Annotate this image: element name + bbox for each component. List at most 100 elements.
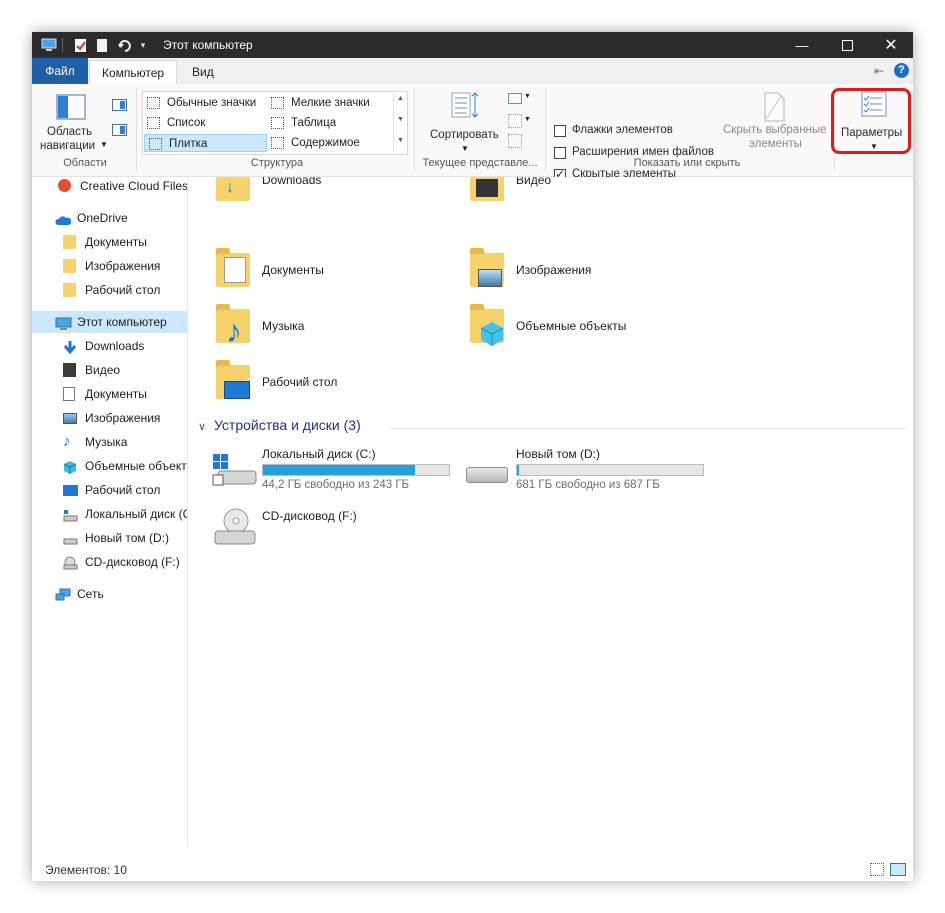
ribbon-tabs: Файл Компьютер Вид ⇤ ? bbox=[32, 58, 913, 85]
drive-c-icon bbox=[63, 507, 78, 522]
drive-tile-cd[interactable]: CD-дисковод (F:) bbox=[212, 507, 462, 557]
folder-tile-documents[interactable]: Документы bbox=[212, 248, 452, 307]
details-icon bbox=[271, 117, 284, 129]
chevron-down-icon: ▼ bbox=[524, 116, 531, 123]
nav-item-desktop[interactable]: Рабочий стол bbox=[63, 479, 187, 501]
help-icon[interactable]: ? bbox=[894, 63, 909, 78]
cube-icon bbox=[63, 459, 78, 474]
drive-free-space: 681 ГБ свободно из 687 ГБ bbox=[516, 479, 660, 491]
explorer-window: ▾ Этот компьютер — ✕ Файл Компьютер Вид … bbox=[32, 32, 913, 881]
hide-selected-label-2: элементы bbox=[749, 138, 802, 150]
large-icons-view-icon[interactable] bbox=[890, 863, 906, 876]
nav-item-creative-cloud[interactable]: Creative Cloud Files bbox=[58, 177, 187, 197]
folder-label: Видео bbox=[516, 177, 552, 187]
maximize-button[interactable] bbox=[824, 32, 870, 58]
properties-icon[interactable] bbox=[72, 37, 88, 53]
pin-ribbon-icon[interactable]: ⇤ bbox=[874, 64, 884, 78]
title-bar: ▾ Этот компьютер — ✕ bbox=[32, 32, 913, 58]
folder-tile-music[interactable]: ♪ Музыка bbox=[212, 304, 452, 363]
nav-item-this-pc[interactable]: Этот компьютер bbox=[32, 311, 187, 333]
ribbon: Область навигации ▼ Области Обычные знач… bbox=[32, 84, 913, 181]
nav-item-label: Рабочий стол bbox=[85, 283, 161, 297]
nav-item-onedrive-documents[interactable]: Документы bbox=[63, 231, 187, 253]
nav-item-label: Изображения bbox=[85, 259, 161, 273]
layout-small-icons[interactable]: Мелкие значки bbox=[267, 94, 413, 112]
nav-item-cd-drive[interactable]: CD-дисковод (F:) bbox=[63, 551, 187, 573]
group-by-icon[interactable] bbox=[508, 93, 522, 104]
details-pane-icon[interactable] bbox=[112, 124, 127, 136]
nav-pane-label-2: навигации bbox=[40, 140, 96, 152]
customize-toolbar-chevron-icon[interactable]: ▾ bbox=[137, 37, 149, 53]
drive-icon bbox=[466, 467, 508, 483]
folder-tile-downloads[interactable]: ↓ Downloads bbox=[212, 177, 452, 219]
layout-label: Мелкие значки bbox=[291, 97, 370, 109]
folder-tile-images[interactable]: Изображения bbox=[466, 248, 706, 307]
item-checkboxes-checkbox[interactable] bbox=[554, 125, 566, 137]
size-columns-icon[interactable] bbox=[508, 134, 522, 148]
layout-content[interactable]: Содержимое bbox=[267, 134, 413, 152]
hide-selected-button[interactable]: Скрыть выбранные элементы bbox=[720, 88, 830, 154]
folder-tile-desktop[interactable]: Рабочий стол bbox=[212, 360, 452, 419]
nav-item-music[interactable]: ♪ Музыка bbox=[63, 431, 187, 453]
folder-tile-video[interactable]: Видео bbox=[466, 177, 706, 219]
computer-icon bbox=[55, 315, 72, 330]
nav-pane-button[interactable]: Область навигации ▼ bbox=[36, 90, 108, 156]
nav-item-onedrive[interactable]: OneDrive bbox=[55, 207, 187, 229]
add-columns-icon[interactable] bbox=[508, 114, 522, 128]
computer-icon bbox=[40, 37, 58, 53]
drive-tile-c[interactable]: Локальный диск (C:) 44,2 ГБ свободно из … bbox=[212, 445, 462, 495]
nav-item-network[interactable]: Сеть bbox=[55, 583, 187, 605]
nav-item-label: Объемные объект bbox=[85, 459, 187, 473]
nav-item-onedrive-images[interactable]: Изображения bbox=[63, 255, 187, 277]
expand-gallery-icon[interactable]: ▼ bbox=[397, 137, 404, 144]
tab-computer[interactable]: Компьютер bbox=[89, 60, 178, 85]
preview-pane-icon[interactable] bbox=[112, 99, 127, 111]
details-view-icon[interactable] bbox=[870, 863, 884, 876]
nav-item-images[interactable]: Изображения bbox=[63, 407, 187, 429]
new-folder-icon[interactable] bbox=[94, 37, 110, 53]
folder-label: Downloads bbox=[262, 177, 322, 187]
download-icon: ↓ bbox=[226, 179, 234, 196]
minimize-icon: — bbox=[795, 37, 809, 53]
chevron-down-icon: ▼ bbox=[461, 144, 469, 153]
file-extensions-checkbox[interactable] bbox=[554, 147, 566, 159]
layout-tiles[interactable]: Плитка bbox=[144, 134, 267, 152]
nav-item-drive-c[interactable]: Локальный диск (С bbox=[63, 503, 187, 525]
nav-item-video[interactable]: Видео bbox=[63, 359, 187, 381]
minimize-button[interactable]: — bbox=[779, 32, 825, 58]
nav-item-3d-objects[interactable]: Объемные объект bbox=[63, 455, 187, 477]
maximize-icon bbox=[841, 39, 853, 51]
undo-icon[interactable] bbox=[116, 37, 134, 53]
tab-file[interactable]: Файл bbox=[32, 58, 88, 84]
layout-details[interactable]: Таблица bbox=[267, 114, 413, 132]
folder-tile-3d-objects[interactable]: Объемные объекты bbox=[466, 304, 706, 363]
cd-icon bbox=[214, 508, 256, 545]
current-view-group-label: Текущее представле... bbox=[422, 157, 538, 169]
chevron-down-icon: ▼ bbox=[524, 93, 531, 100]
creative-cloud-icon bbox=[58, 179, 71, 192]
folder-label: Музыка bbox=[262, 319, 305, 333]
folder-icon bbox=[63, 283, 76, 297]
folder-icon bbox=[63, 259, 76, 273]
drive-icon bbox=[63, 531, 78, 545]
desktop-icon bbox=[63, 485, 78, 496]
scroll-up-icon[interactable]: ▲ bbox=[397, 95, 404, 102]
item-checkboxes-label: Флажки элементов bbox=[572, 124, 673, 136]
ribbon-separator bbox=[414, 88, 415, 172]
close-button[interactable]: ✕ bbox=[868, 32, 913, 58]
nav-item-drive-d[interactable]: Новый том (D:) bbox=[63, 527, 187, 549]
nav-item-label: Документы bbox=[85, 387, 147, 401]
nav-item-onedrive-desktop[interactable]: Рабочий стол bbox=[63, 279, 187, 301]
drive-tile-d[interactable]: Новый том (D:) 681 ГБ свободно из 687 ГБ bbox=[466, 445, 716, 495]
small-icons-icon bbox=[271, 97, 284, 109]
nav-item-documents[interactable]: Документы bbox=[63, 383, 187, 405]
devices-section-header[interactable]: ∨ Устройства и диски (3) bbox=[198, 417, 361, 433]
sort-button[interactable]: Сортировать ▼ bbox=[424, 88, 504, 154]
layout-scroll[interactable]: ▲ ▼ ▼ bbox=[393, 92, 407, 152]
hide-selected-label-1: Скрыть выбранные bbox=[723, 124, 827, 136]
tab-view[interactable]: Вид bbox=[180, 60, 226, 84]
nav-item-downloads[interactable]: Downloads bbox=[63, 335, 187, 357]
scroll-down-icon[interactable]: ▼ bbox=[397, 116, 404, 123]
hide-selected-icon bbox=[764, 92, 785, 122]
drive-usage-bar bbox=[516, 464, 704, 476]
